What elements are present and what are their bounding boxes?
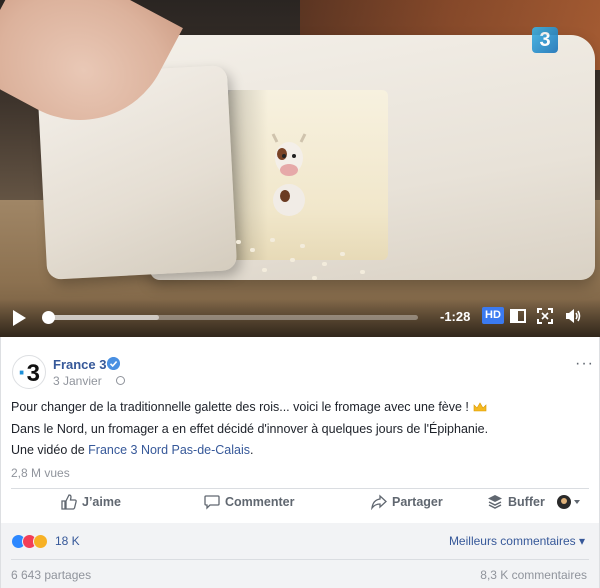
reactions-divider bbox=[11, 559, 589, 560]
buffer-stack-icon bbox=[488, 495, 502, 509]
play-icon[interactable] bbox=[11, 309, 27, 327]
time-remaining: -1:28 bbox=[440, 309, 471, 324]
channel-logo: 3 bbox=[532, 27, 558, 53]
haha-reaction-icon bbox=[33, 534, 48, 549]
reactions-bar: 18 K Meilleurs commentaires ▾ 6 643 part… bbox=[0, 523, 600, 588]
video-frame bbox=[0, 0, 600, 337]
source-page-link[interactable]: France 3 Nord Pas-de-Calais bbox=[88, 443, 250, 457]
globe-icon bbox=[116, 376, 125, 385]
share-icon bbox=[371, 494, 387, 510]
more-options-button[interactable]: ··· bbox=[575, 355, 594, 373]
post-body: ·3 France 3 3 Janvier ··· Pour changer d… bbox=[0, 337, 600, 523]
crown-emoji-icon bbox=[473, 402, 487, 412]
avatar[interactable]: ·3 bbox=[12, 355, 46, 389]
post-text-line-3: Une vidéo de France 3 Nord Pas-de-Calais… bbox=[11, 443, 254, 457]
volume-icon[interactable] bbox=[564, 307, 582, 325]
pip-icon[interactable] bbox=[509, 307, 527, 325]
buffer-label: Buffer bbox=[508, 495, 545, 509]
like-label: J’aime bbox=[82, 495, 121, 509]
video-player[interactable]: 3 -1:28 HD bbox=[0, 0, 600, 337]
comment-count[interactable]: 8,3 K commentaires bbox=[480, 568, 587, 582]
post-date[interactable]: 3 Janvier bbox=[53, 374, 102, 388]
actions-divider bbox=[11, 488, 589, 489]
comment-label: Commenter bbox=[225, 495, 295, 509]
share-label: Partager bbox=[392, 495, 443, 509]
video-controls: -1:28 HD bbox=[0, 299, 600, 337]
post-text-suffix: . bbox=[250, 443, 254, 457]
verified-badge-icon bbox=[107, 357, 120, 370]
page-name[interactable]: France 3 bbox=[53, 357, 106, 372]
fullscreen-icon[interactable] bbox=[536, 307, 554, 325]
reaction-icons[interactable] bbox=[11, 534, 53, 550]
comment-icon bbox=[204, 495, 220, 510]
view-count: 2,8 M vues bbox=[11, 466, 70, 480]
avatar-dot: · bbox=[17, 357, 27, 387]
post-text-line-1-content: Pour changer de la traditionnelle galett… bbox=[11, 400, 469, 414]
hd-button[interactable]: HD bbox=[482, 307, 504, 324]
share-count[interactable]: 6 643 partages bbox=[11, 568, 91, 582]
post-text-line-2: Dans le Nord, un fromager a en effet déc… bbox=[11, 422, 489, 436]
video-buffer bbox=[48, 315, 159, 320]
reaction-count[interactable]: 18 K bbox=[55, 534, 80, 548]
video-progress-bar[interactable] bbox=[42, 311, 418, 324]
post-text-prefix: Une vidéo de bbox=[11, 443, 89, 457]
progress-handle[interactable] bbox=[42, 311, 55, 324]
post-card: ·3 France 3 3 Janvier ··· Pour changer d… bbox=[0, 337, 600, 588]
account-switcher-icon[interactable] bbox=[556, 494, 582, 510]
thumbs-up-icon bbox=[61, 494, 77, 510]
post-text-line-1: Pour changer de la traditionnelle galett… bbox=[11, 400, 487, 414]
avatar-label: 3 bbox=[26, 360, 41, 387]
cow-figurine bbox=[271, 133, 307, 216]
comment-sort-dropdown[interactable]: Meilleurs commentaires ▾ bbox=[449, 534, 585, 548]
